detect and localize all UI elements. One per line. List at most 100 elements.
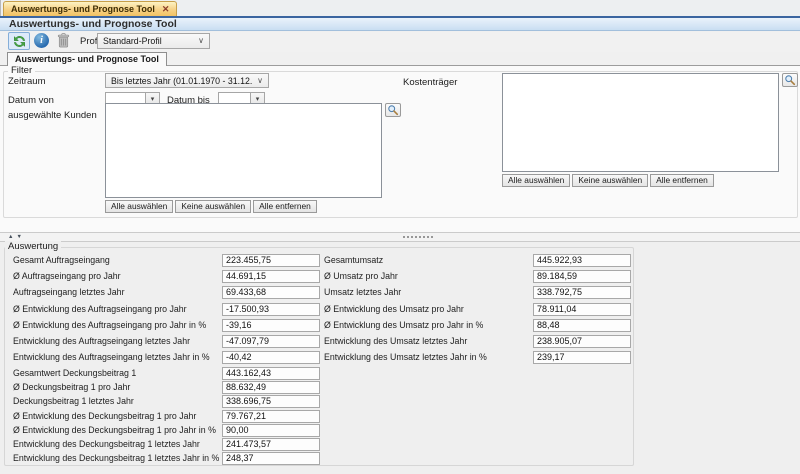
kostentraeger-search-button[interactable]: [782, 73, 798, 87]
metric-row: Gesamtumsatz 445.922,93: [324, 252, 636, 268]
metric-label: Gesamt Auftragseingang: [13, 255, 110, 265]
metric-row: Ø Deckungsbeitrag 1 pro Jahr 88.632,49: [13, 379, 325, 393]
filter-group-title: Filter: [8, 65, 35, 76]
auswertung-group-title: Auswertung: [5, 241, 61, 252]
chevron-down-icon: ∨: [193, 37, 209, 45]
metric-value: 241.473,57: [222, 438, 320, 451]
datum-von-label: Datum von: [8, 95, 54, 106]
document-tab-bar: Auswertungs- und Prognose Tool ✕: [0, 0, 800, 16]
splitter[interactable]: ▲▼: [0, 232, 800, 242]
deckungsbeitrag-column: Gesamtwert Deckungsbeitrag 1 443.162,43 …: [13, 365, 325, 464]
kunden-select-all-button[interactable]: Alle auswählen: [105, 200, 173, 213]
metric-value: 223.455,75: [222, 254, 320, 267]
info-icon[interactable]: i: [34, 33, 49, 48]
metric-value: -39,16: [222, 319, 320, 332]
document-tab-title: Auswertungs- und Prognose Tool: [11, 4, 155, 14]
metric-row: Entwicklung des Umsatz letztes Jahr 238.…: [324, 333, 636, 349]
kunden-remove-all-button[interactable]: Alle entfernen: [253, 200, 317, 213]
kostentraeger-select-all-button[interactable]: Alle auswählen: [502, 174, 570, 187]
kunden-search-button[interactable]: [385, 103, 401, 117]
search-icon: [784, 74, 796, 86]
metric-value: 445.922,93: [533, 254, 631, 267]
metric-value: -17.500,93: [222, 303, 320, 316]
app-window: Auswertungs- und Prognose Tool ✕ Auswert…: [0, 0, 800, 474]
metric-value: 338.792,75: [533, 286, 631, 299]
tab-auswertungs-und-prognose-tool[interactable]: Auswertungs- und Prognose Tool: [7, 52, 167, 66]
refresh-button[interactable]: [8, 32, 30, 50]
document-tab[interactable]: Auswertungs- und Prognose Tool ✕: [3, 1, 177, 16]
tab-label: Auswertungs- und Prognose Tool: [15, 54, 159, 64]
metric-label: Ø Entwicklung des Auftragseingang pro Ja…: [13, 304, 187, 314]
umsatz-column: Gesamtumsatz 445.922,93 Ø Umsatz pro Jah…: [324, 252, 636, 365]
kunden-button-row: Alle auswählen Keine auswählen Alle entf…: [105, 200, 317, 213]
metric-label: Ø Entwicklung des Umsatz pro Jahr in %: [324, 320, 483, 330]
metric-row: Gesamt Auftragseingang 223.455,75: [13, 252, 325, 268]
metric-row: Entwicklung des Umsatz letztes Jahr in %…: [324, 349, 636, 365]
metric-row: Ø Umsatz pro Jahr 89.184,59: [324, 268, 636, 284]
metric-label: Gesamtwert Deckungsbeitrag 1: [13, 368, 136, 378]
metric-value: 88.632,49: [222, 381, 320, 394]
auftragseingang-column: Gesamt Auftragseingang 223.455,75 Ø Auft…: [13, 252, 325, 365]
metric-label: Ø Deckungsbeitrag 1 pro Jahr: [13, 382, 130, 392]
trash-button[interactable]: [56, 32, 71, 49]
metric-value: 69.433,68: [222, 286, 320, 299]
metric-row: Entwicklung des Deckungsbeitrag 1 letzte…: [13, 450, 325, 464]
zeitraum-select[interactable]: Bis letztes Jahr (01.01.1970 - 31.12.202…: [105, 73, 269, 88]
metric-row: Entwicklung des Auftragseingang letztes …: [13, 349, 325, 365]
metric-value: 78.911,04: [533, 303, 631, 316]
metric-label: Entwicklung des Auftragseingang letztes …: [13, 352, 210, 362]
metric-label: Umsatz letztes Jahr: [324, 287, 401, 297]
trash-icon: [56, 32, 71, 49]
metric-value: 248,37: [222, 452, 320, 465]
metric-value: 79.767,21: [222, 410, 320, 423]
kostentraeger-remove-all-button[interactable]: Alle entfernen: [650, 174, 714, 187]
kunden-listbox[interactable]: [105, 103, 382, 198]
toolbar: i Profil Standard-Profil ∨: [0, 32, 800, 52]
metric-label: Deckungsbeitrag 1 letztes Jahr: [13, 396, 134, 406]
metric-row: Ø Entwicklung des Umsatz pro Jahr 78.911…: [324, 301, 636, 317]
metric-row: Entwicklung des Auftragseingang letztes …: [13, 333, 325, 349]
kunden-label: ausgewählte Kunden: [8, 110, 97, 121]
metric-label: Ø Entwicklung des Auftragseingang pro Ja…: [13, 320, 206, 330]
metric-value: 238.905,07: [533, 335, 631, 348]
profile-select[interactable]: Standard-Profil ∨: [97, 33, 210, 49]
metric-value: 443.162,43: [222, 367, 320, 380]
metric-value: 88,48: [533, 319, 631, 332]
splitter-grip[interactable]: [403, 236, 433, 238]
filter-panel: Filter Zeitraum Bis letztes Jahr (01.01.…: [0, 66, 800, 232]
metric-value: 338.696,75: [222, 395, 320, 408]
metric-value: 44.691,15: [222, 270, 320, 283]
metric-value: 239,17: [533, 351, 631, 364]
kostentraeger-label: Kostenträger: [403, 77, 457, 88]
close-icon[interactable]: ✕: [162, 5, 170, 14]
window-header: Auswertungs- und Prognose Tool: [0, 18, 800, 31]
profile-select-value: Standard-Profil: [98, 36, 193, 46]
metric-row: Gesamtwert Deckungsbeitrag 1 443.162,43: [13, 365, 325, 379]
metric-row: Ø Entwicklung des Deckungsbeitrag 1 pro …: [13, 408, 325, 422]
kostentraeger-button-row: Alle auswählen Keine auswählen Alle entf…: [502, 174, 714, 187]
metric-label: Entwicklung des Umsatz letztes Jahr: [324, 336, 467, 346]
metric-label: Ø Auftragseingang pro Jahr: [13, 271, 121, 281]
metric-row: Auftragseingang letztes Jahr 69.433,68: [13, 284, 325, 300]
page-title: Auswertungs- und Prognose Tool: [9, 18, 177, 30]
kunden-select-none-button[interactable]: Keine auswählen: [175, 200, 251, 213]
metric-label: Entwicklung des Umsatz letztes Jahr in %: [324, 352, 487, 362]
metric-value: -47.097,79: [222, 335, 320, 348]
metric-row: Entwicklung des Deckungsbeitrag 1 letzte…: [13, 436, 325, 450]
kostentraeger-select-none-button[interactable]: Keine auswählen: [572, 174, 648, 187]
metric-label: Auftragseingang letztes Jahr: [13, 287, 125, 297]
metric-label: Ø Entwicklung des Deckungsbeitrag 1 pro …: [13, 411, 196, 421]
zeitraum-label: Zeitraum: [8, 76, 45, 87]
metric-label: Entwicklung des Auftragseingang letztes …: [13, 336, 190, 346]
metric-label: Ø Entwicklung des Umsatz pro Jahr: [324, 304, 464, 314]
splitter-collapse-icons[interactable]: ▲▼: [8, 233, 25, 241]
metric-label: Entwicklung des Deckungsbeitrag 1 letzte…: [13, 453, 219, 463]
metric-row: Umsatz letztes Jahr 338.792,75: [324, 284, 636, 300]
refresh-icon: [12, 34, 27, 49]
metric-row: Deckungsbeitrag 1 letztes Jahr 338.696,7…: [13, 393, 325, 407]
kostentraeger-listbox[interactable]: [502, 73, 779, 172]
chevron-down-icon: ∨: [252, 77, 268, 85]
metric-row: Ø Entwicklung des Auftragseingang pro Ja…: [13, 317, 325, 333]
metric-value: 89.184,59: [533, 270, 631, 283]
metric-label: Gesamtumsatz: [324, 255, 383, 265]
